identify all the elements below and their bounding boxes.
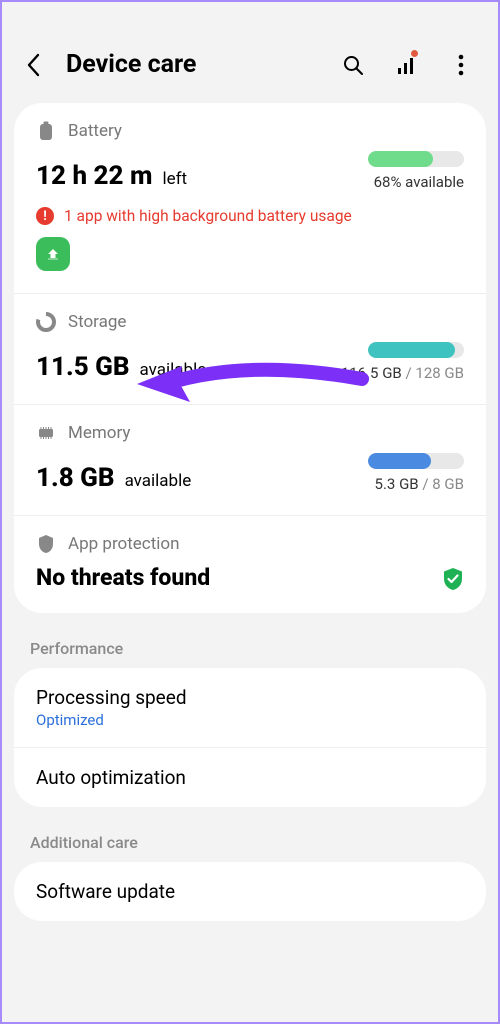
storage-header: Storage <box>36 312 464 332</box>
storage-value: 11.5 GB <box>36 352 130 382</box>
signal-icon[interactable] <box>394 52 420 78</box>
battery-icon <box>36 121 56 141</box>
performance-group-label: Performance <box>2 613 498 668</box>
battery-section[interactable]: Battery 12 h 22 m left 68% available ! 1… <box>14 103 486 294</box>
storage-value-suffix: available <box>140 360 207 380</box>
storage-section[interactable]: Storage 11.5 GB available 116.5 GB / 128… <box>14 294 486 405</box>
alert-icon: ! <box>36 207 54 225</box>
additional-care-group-label: Additional care <box>2 807 498 862</box>
auto-optimization-title: Auto optimization <box>36 766 464 789</box>
memory-label: Memory <box>68 423 130 443</box>
more-menu-icon[interactable] <box>448 52 474 78</box>
storage-bar <box>368 342 464 358</box>
performance-card: Processing speed Optimized Auto optimiza… <box>14 668 486 807</box>
memory-value: 1.8 GB <box>36 463 115 493</box>
protection-header: App protection <box>36 534 464 554</box>
protection-label: App protection <box>68 534 180 554</box>
header-actions <box>340 52 480 78</box>
search-icon[interactable] <box>340 52 366 78</box>
software-update-title: Software update <box>36 880 464 903</box>
battery-value: 12 h 22 m <box>36 161 152 191</box>
battery-warning[interactable]: ! 1 app with high background battery usa… <box>36 207 464 225</box>
shield-icon <box>36 534 56 554</box>
auto-optimization-item[interactable]: Auto optimization <box>14 748 486 807</box>
processing-speed-item[interactable]: Processing speed Optimized <box>14 668 486 748</box>
additional-care-card: Software update <box>14 862 486 921</box>
processing-speed-status: Optimized <box>36 711 464 729</box>
memory-usage: 5.3 GB / 8 GB <box>368 475 464 493</box>
memory-header: Memory <box>36 423 464 443</box>
memory-value-suffix: available <box>125 471 192 491</box>
high-usage-app-icon[interactable] <box>36 237 70 271</box>
battery-bar <box>368 151 464 167</box>
battery-warning-text: 1 app with high background battery usage <box>64 207 352 225</box>
protection-status: No threats found <box>36 564 210 591</box>
storage-usage: 116.5 GB / 128 GB <box>341 364 464 382</box>
processing-speed-title: Processing speed <box>36 686 464 709</box>
battery-header: Battery <box>36 121 464 141</box>
memory-section[interactable]: Memory 1.8 GB available 5.3 GB / 8 GB <box>14 405 486 516</box>
battery-value-suffix: left <box>162 169 187 189</box>
page-title: Device care <box>66 50 340 79</box>
app-protection-section[interactable]: App protection No threats found <box>14 516 486 613</box>
software-update-item[interactable]: Software update <box>14 862 486 921</box>
battery-percent: 68% available <box>368 173 464 191</box>
back-button[interactable] <box>20 51 48 79</box>
memory-bar <box>368 453 464 469</box>
memory-icon <box>36 423 56 443</box>
shield-check-icon <box>442 567 464 589</box>
app-header: Device care <box>2 2 498 103</box>
status-card: Battery 12 h 22 m left 68% available ! 1… <box>14 103 486 613</box>
battery-label: Battery <box>68 121 122 141</box>
notification-dot-icon <box>411 50 418 57</box>
storage-label: Storage <box>68 312 126 332</box>
storage-icon <box>36 312 56 332</box>
